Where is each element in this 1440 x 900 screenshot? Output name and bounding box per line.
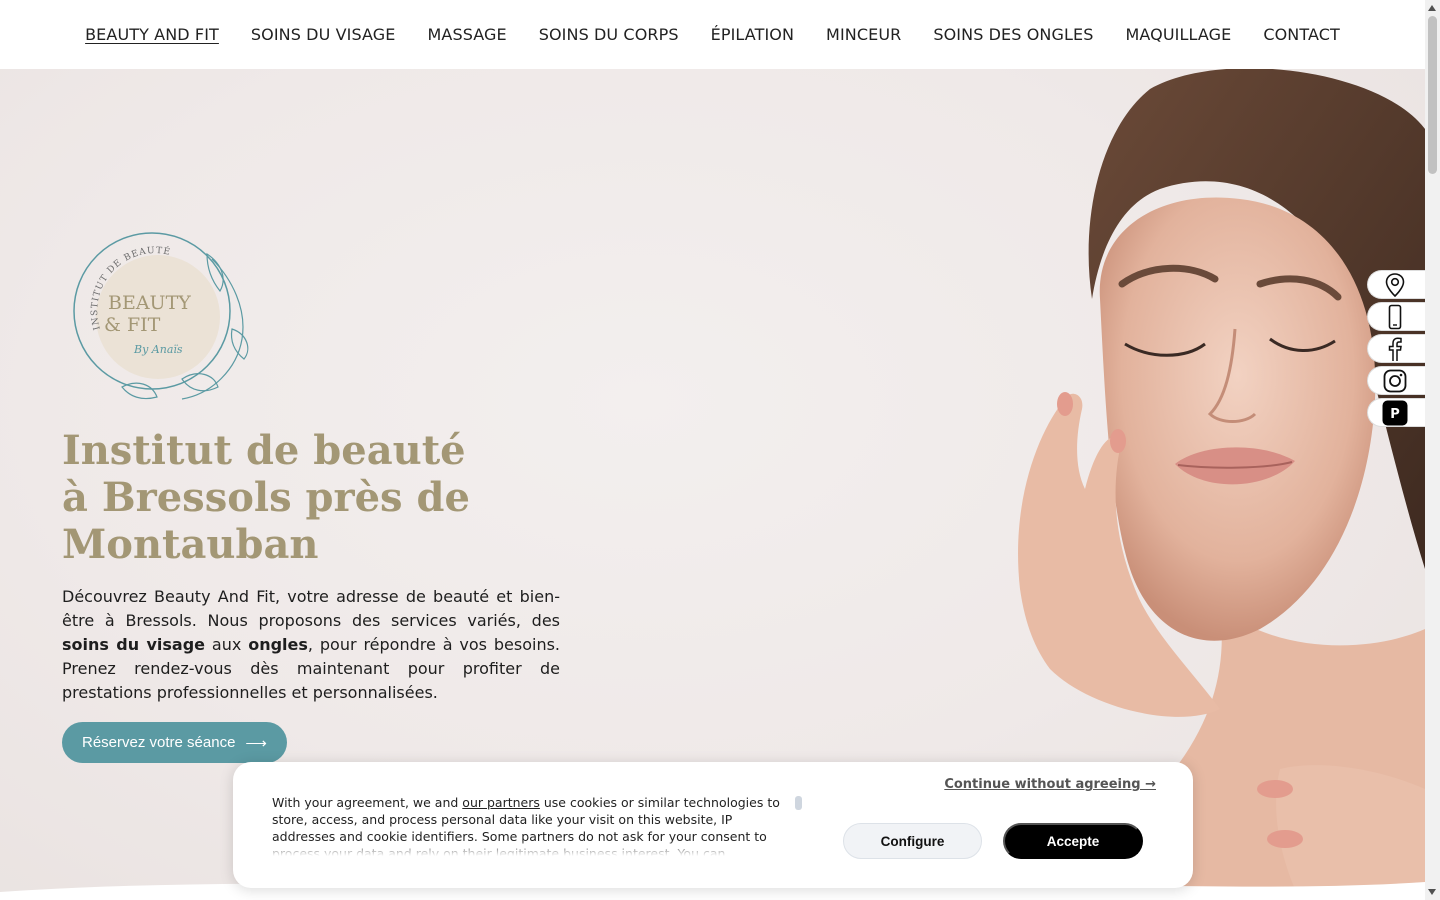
nav-item-minceur[interactable]: MINCEUR [826,25,901,44]
nav-item-maquillage[interactable]: MAQUILLAGE [1125,25,1231,44]
accept-button[interactable]: Accepte [1003,823,1143,859]
planity-letter: P [1390,407,1400,422]
main-nav: BEAUTY AND FIT SOINS DU VISAGE MASSAGE S… [0,0,1425,69]
our-partners-link[interactable]: our partners [462,795,540,810]
hero-description: Découvrez Beauty And Fit, votre adresse … [62,585,560,705]
nav-item-soins-du-corps[interactable]: SOINS DU CORPS [539,25,679,44]
planity-button[interactable]: P [1367,398,1425,427]
facebook-button[interactable] [1367,334,1425,363]
planity-icon: P [1382,400,1408,425]
nav-item-massage[interactable]: MASSAGE [428,25,507,44]
facebook-icon [1388,336,1402,361]
logo-line1: BEAUTY [108,292,191,314]
configure-button[interactable]: Configure [843,823,982,859]
hero-text-bold-ongles: ongles [248,635,308,654]
nav-item-epilation[interactable]: ÉPILATION [711,25,794,44]
continue-without-agreeing-link[interactable]: Continue without agreeing → [944,777,1156,792]
hero-text-part: Découvrez Beauty And Fit, votre adresse … [62,587,560,630]
hero-text-part: aux [205,635,249,654]
nav-item-soins-des-ongles[interactable]: SOINS DES ONGLES [933,25,1093,44]
cookie-text-scrollbar[interactable] [795,796,802,810]
instagram-button[interactable] [1367,366,1425,395]
scroll-up-arrow-icon[interactable] [1428,5,1436,11]
cookie-consent-banner: With your agreement, we and our partners… [233,762,1193,888]
book-session-label: Réservez votre séance [82,734,236,751]
hero-text-bold-visage: soins du visage [62,635,206,654]
logo-line2: & FIT [104,314,161,336]
phone-icon [1388,304,1402,329]
page-title: Institut de beauté à Bressols près de Mo… [62,427,470,568]
arrow-right-icon: ⟶ [245,734,267,752]
nav-item-contact[interactable]: CONTACT [1263,25,1340,44]
cookie-consent-text[interactable]: With your agreement, we and our partners… [272,794,794,856]
scroll-down-arrow-icon[interactable] [1428,889,1436,895]
nav-item-soins-du-visage[interactable]: SOINS DU VISAGE [251,25,396,44]
brand-logo[interactable]: INSTITUT DE BEAUTÉ BEAUTY & FIT By Anaïs [62,219,257,414]
phone-button[interactable] [1367,302,1425,331]
instagram-icon [1383,369,1407,392]
nav-item-beauty-and-fit[interactable]: BEAUTY AND FIT [85,25,219,44]
social-sidebar: P [1367,270,1425,427]
book-session-button[interactable]: Réservez votre séance ⟶ [62,722,287,763]
page-scrollbar[interactable] [1425,0,1440,900]
location-button[interactable] [1367,270,1425,299]
scrollbar-thumb[interactable] [1428,16,1437,174]
cookie-text-part: With your agreement, we and [272,795,463,810]
logo-signature: By Anaïs [133,343,183,356]
location-pin-icon [1385,272,1405,297]
